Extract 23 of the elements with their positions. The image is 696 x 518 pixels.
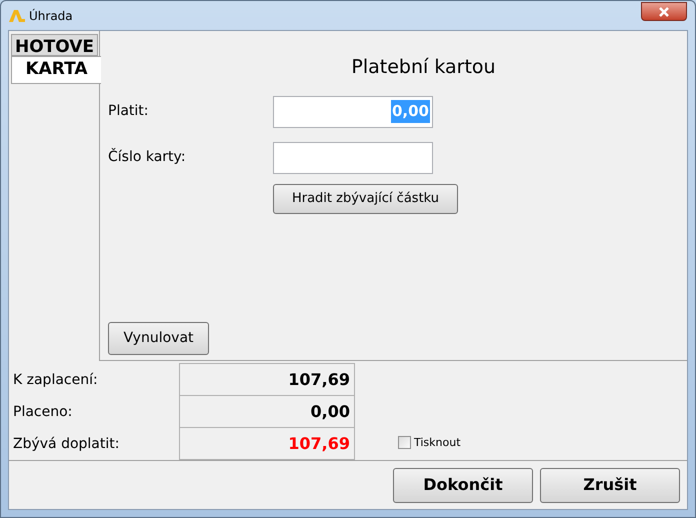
field-label: Číslo karty: (108, 147, 187, 167)
tab[interactable]: HOTOVE (11, 34, 98, 56)
tab[interactable]: KARTA (11, 56, 101, 84)
field-label: Platit: (108, 102, 150, 121)
close-button[interactable] (641, 2, 687, 21)
summary-label: Placeno: (12, 402, 74, 422)
summary-label: K zaplacení: (12, 370, 99, 390)
window-title: Úhrada (29, 8, 73, 24)
dialog-button[interactable]: Zrušit (540, 468, 680, 502)
summary-value: 107,69 (179, 363, 355, 396)
reset-button[interactable]: Vynulovat (108, 322, 209, 355)
summary-value: 107,69 (179, 427, 355, 460)
summary-label: Zbývá doplatit: (12, 434, 120, 454)
panel-heading: Platební kartou (350, 55, 497, 80)
dialog-button[interactable]: Dokončit (393, 468, 533, 502)
pay-remaining-button[interactable]: Hradit zbývající částku (273, 184, 458, 214)
print-checkbox[interactable] (398, 436, 411, 450)
print-checkbox-label: Tisknout (414, 434, 461, 450)
summary-value: 0,00 (179, 395, 355, 428)
field-value: 0,00 (390, 100, 430, 123)
close-icon (658, 6, 670, 16)
app-logo-icon (9, 10, 25, 22)
input-field[interactable] (273, 142, 433, 174)
